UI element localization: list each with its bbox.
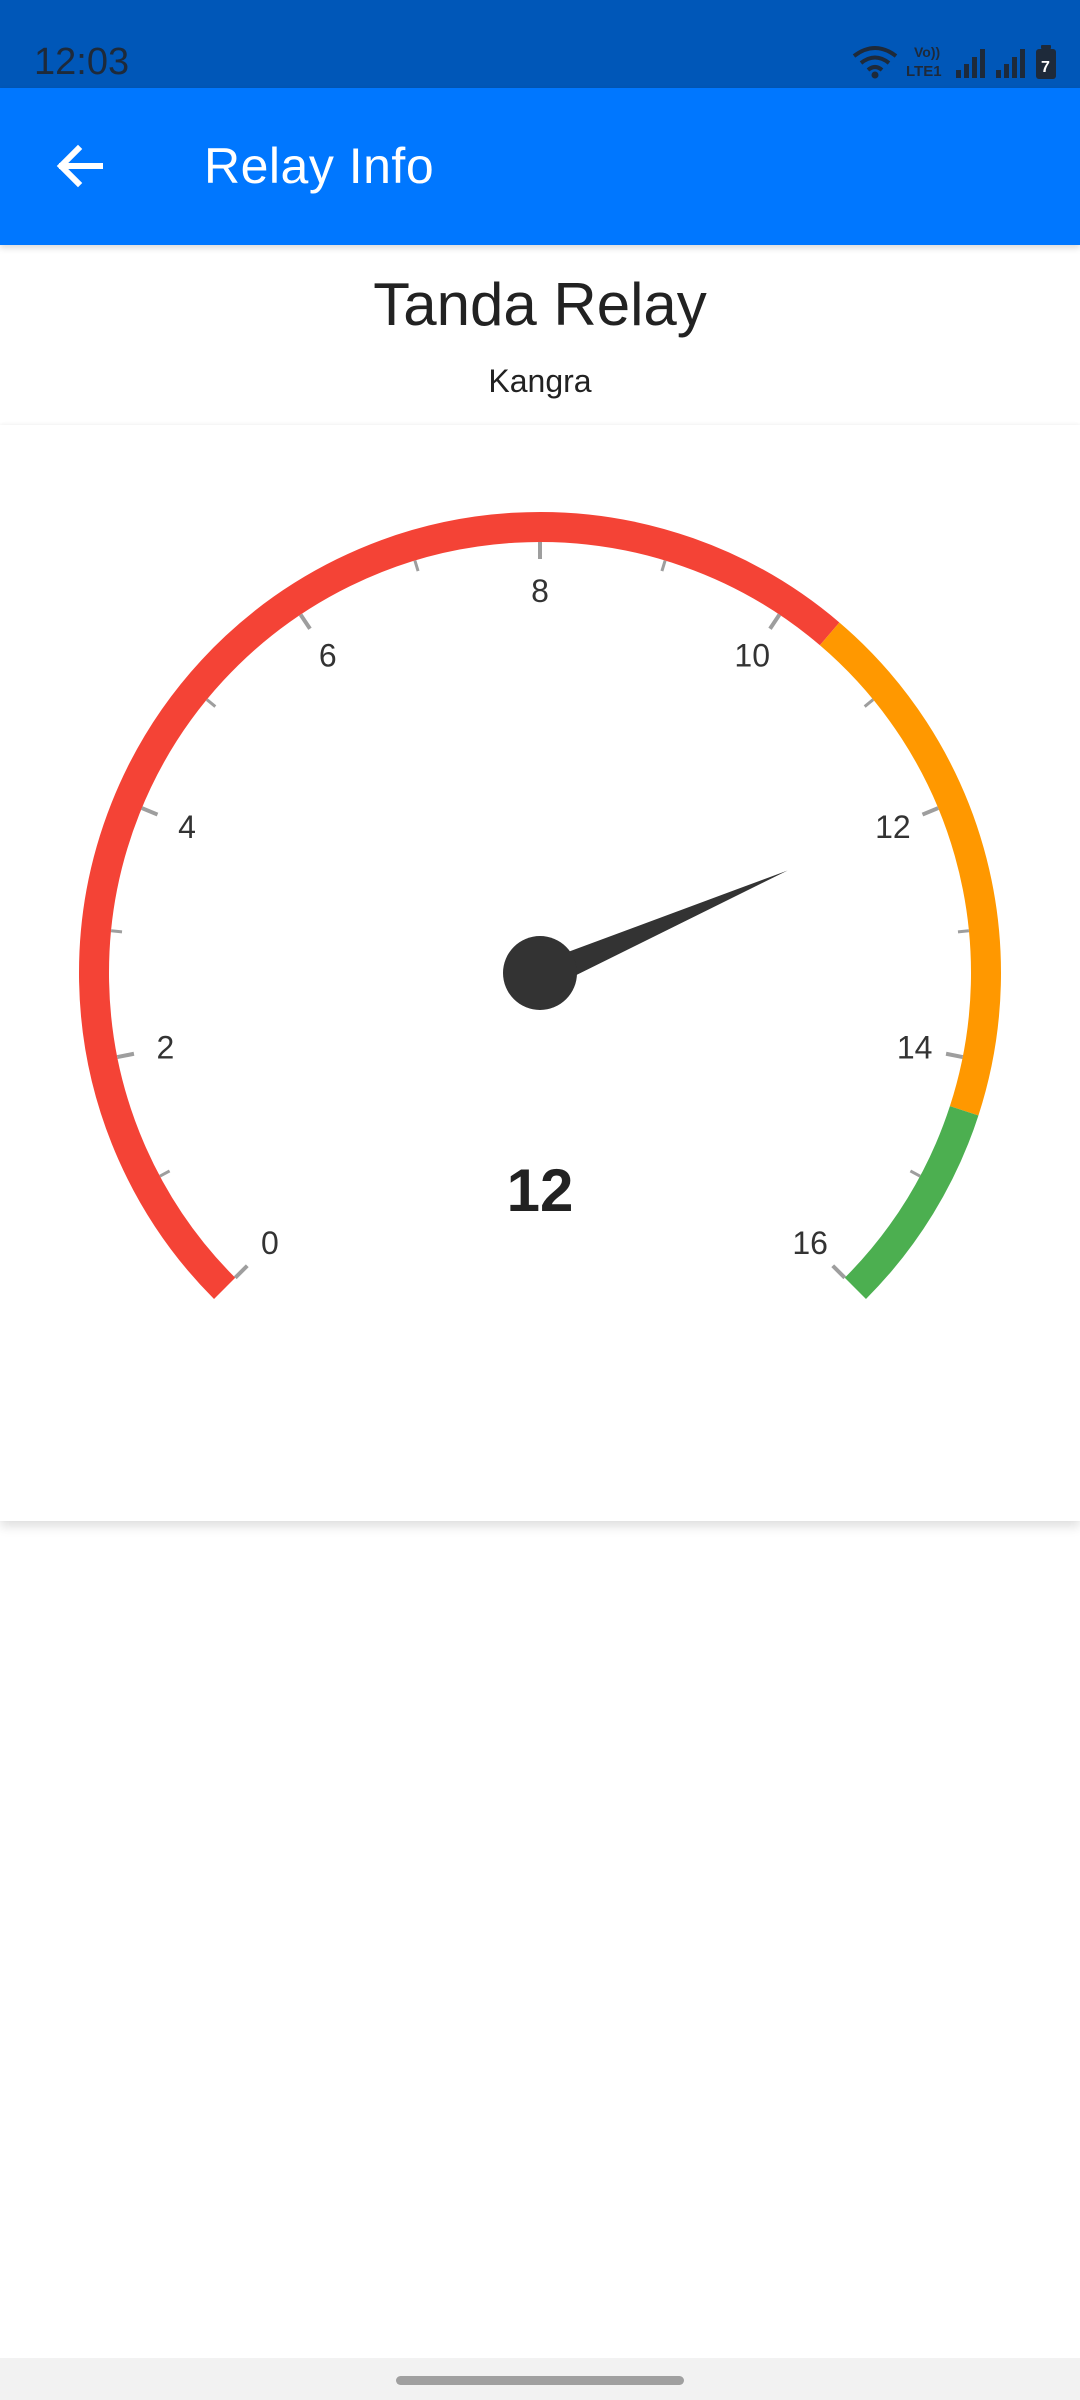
gauge-major-tick-6	[298, 613, 312, 630]
gesture-nav-bar	[0, 2358, 1080, 2400]
gauge-major-tick-12	[921, 806, 939, 817]
gauge-value: 12	[507, 1157, 574, 1224]
gauge-major-tick-14	[945, 1051, 964, 1060]
gauge-minor-tick-15	[909, 1169, 921, 1178]
page-title: Relay Info	[204, 138, 435, 194]
gauge-minor-tick-1	[159, 1169, 171, 1178]
gauge-card: 0 2 4 6 8 10 12 14 16 12	[0, 425, 1080, 1521]
gauge: 0 2 4 6 8 10 12 14 16 12	[78, 511, 1001, 1299]
gauge-major-tick-4	[141, 806, 159, 817]
gauge-major-tick-2	[116, 1051, 135, 1060]
gauge-needle	[503, 870, 788, 1010]
app-bar: Relay Info	[0, 88, 1080, 245]
battery-icon: 7	[1036, 45, 1056, 79]
home-handle[interactable]	[396, 2376, 684, 2385]
gauge-label-4: 4	[178, 809, 196, 845]
volte-icon: Vo)) LTE1	[906, 44, 942, 80]
status-bar: 12:03 Vo)) LTE1 7	[0, 0, 1080, 88]
gauge-band-0	[78, 511, 840, 1299]
gauge-major-tick-10	[768, 613, 782, 630]
volte-label: Vo))	[914, 44, 940, 60]
wifi-icon	[852, 46, 898, 79]
gauge-label-8: 8	[531, 573, 549, 609]
lte-label: LTE1	[906, 63, 942, 80]
battery-label: 7	[1041, 59, 1050, 76]
gauge-label-14: 14	[897, 1030, 933, 1066]
gauge-needle-hub	[503, 936, 577, 1010]
gauge-major-tick-0	[233, 1264, 249, 1280]
gauge-minor-tick-5	[205, 698, 217, 708]
relay-name: Tanda Relay	[373, 271, 707, 338]
gauge-major-tick-16	[831, 1264, 847, 1280]
signal-icon-2	[996, 49, 1025, 78]
gauge-label-10: 10	[734, 637, 770, 673]
gauge-label-0: 0	[261, 1225, 279, 1261]
gauge-label-12: 12	[875, 809, 911, 845]
status-icons: Vo)) LTE1 7	[852, 40, 1058, 80]
relay-district: Kangra	[488, 363, 592, 399]
gauge-minor-tick-3	[110, 929, 123, 934]
gauge-minor-tick-7	[413, 560, 420, 572]
gauge-band-2	[844, 1106, 979, 1299]
signal-icon	[956, 49, 985, 78]
relay-header: Tanda Relay Kangra	[0, 245, 1080, 425]
gauge-label-6: 6	[319, 637, 337, 673]
status-time: 12:03	[34, 41, 130, 83]
gauge-label-2: 2	[156, 1030, 174, 1066]
arrow-left-icon	[56, 144, 103, 188]
back-button[interactable]	[40, 126, 120, 206]
gauge-minor-tick-11	[863, 698, 875, 708]
gauge-minor-tick-9	[660, 560, 667, 572]
gauge-minor-tick-13	[957, 929, 970, 934]
gauge-label-16: 16	[792, 1225, 828, 1261]
